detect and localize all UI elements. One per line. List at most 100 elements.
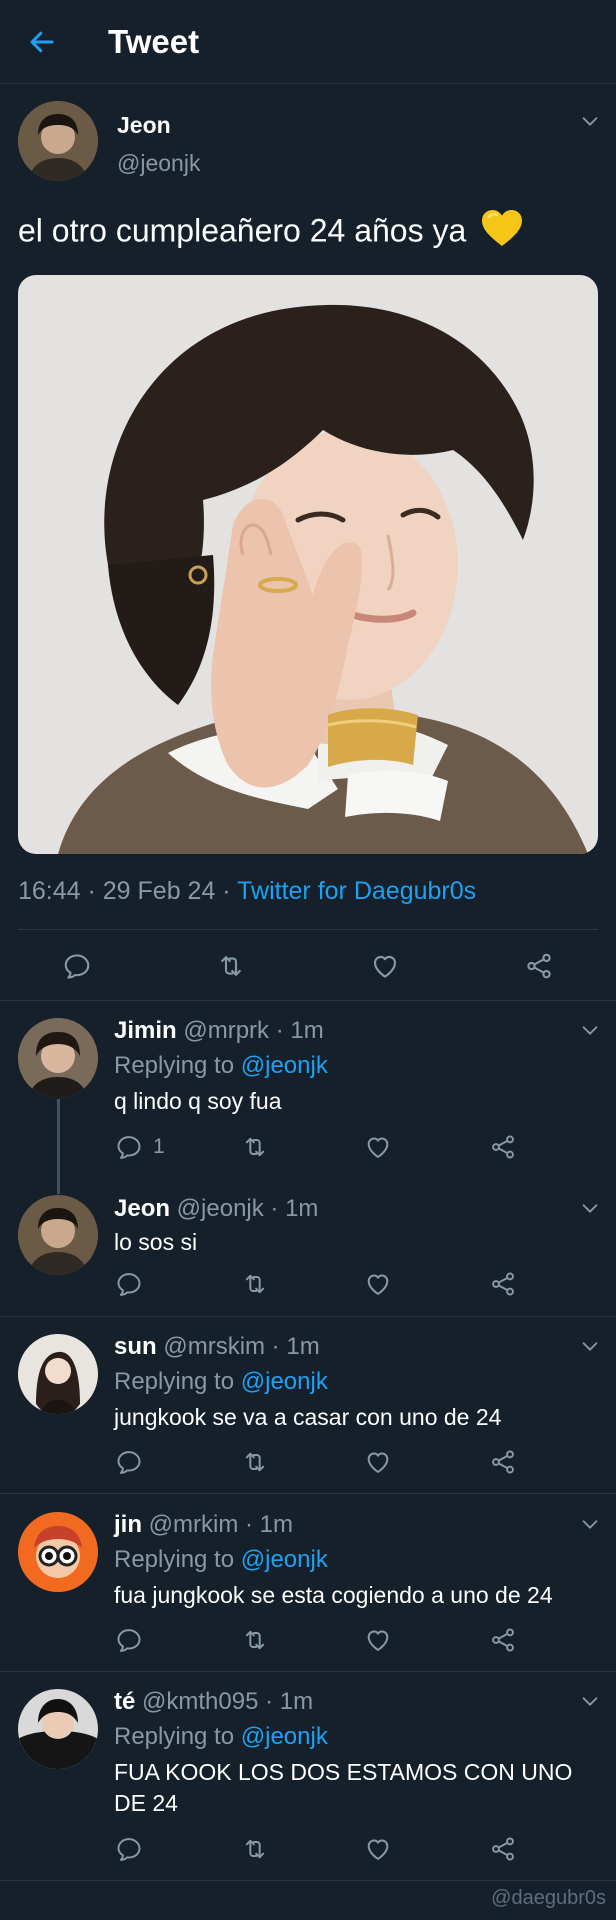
replying-to: Replying to @jeonjk (114, 1368, 328, 1396)
reply-tweet[interactable]: Jimin @mrprk · 1m Replying to @jeonjk q … (0, 1000, 616, 1185)
reply-options-button[interactable] (578, 1689, 602, 1713)
divider (0, 1880, 616, 1881)
like-icon (364, 1133, 392, 1161)
reply-author-name[interactable]: té (114, 1688, 135, 1715)
retweet-icon (240, 1270, 270, 1298)
retweet-button[interactable] (240, 1626, 270, 1654)
reply-icon (62, 951, 92, 981)
reply-button[interactable]: 1 (115, 1133, 165, 1161)
like-button[interactable] (364, 1626, 392, 1654)
replying-to-link[interactable]: @jeonjk (241, 1546, 328, 1573)
avatar[interactable] (18, 101, 98, 181)
share-button[interactable] (489, 1133, 517, 1161)
replying-to-link[interactable]: @jeonjk (241, 1723, 328, 1750)
tweet-text-content: el otro cumpleañero 24 años ya (18, 212, 467, 249)
reply-button[interactable] (62, 951, 92, 981)
reply-actions (0, 1443, 616, 1483)
reply-author-name[interactable]: jin (114, 1511, 142, 1538)
share-button[interactable] (524, 951, 554, 981)
reply-text: fua jungkook se esta cogiendo a uno de 2… (114, 1582, 553, 1608)
reply-icon (115, 1270, 143, 1298)
reply-button[interactable] (115, 1626, 143, 1654)
yellow-heart-icon (480, 208, 524, 258)
tweet-source-link[interactable]: Twitter for Daegubr0s (237, 877, 476, 905)
retweet-button[interactable] (240, 1835, 270, 1863)
retweet-icon (240, 1626, 270, 1654)
reply-options-button[interactable] (578, 1334, 602, 1358)
reply-button[interactable] (115, 1270, 143, 1298)
share-button[interactable] (489, 1835, 517, 1863)
reply-text: q lindo q soy fua (114, 1088, 282, 1114)
reply-author-meta: @kmth095 · 1m (135, 1688, 314, 1715)
avatar[interactable] (18, 1689, 98, 1769)
share-button[interactable] (489, 1626, 517, 1654)
reply-header: jin @mrkim · 1m (114, 1511, 293, 1539)
reply-tweet[interactable]: sun @mrskim · 1m Replying to @jeonjk jun… (0, 1317, 616, 1493)
reply-author-name[interactable]: Jeon (114, 1195, 170, 1222)
reply-button[interactable] (115, 1448, 143, 1476)
chevron-down-icon (579, 1335, 601, 1357)
page-title: Tweet (108, 23, 200, 60)
replying-to-label: Replying to (114, 1546, 241, 1573)
avatar[interactable] (18, 1512, 98, 1592)
share-icon (489, 1835, 517, 1863)
share-icon (489, 1133, 517, 1161)
chevron-down-icon (579, 110, 601, 132)
reply-actions (0, 1830, 616, 1870)
reply-author-name[interactable]: Jimin (114, 1017, 177, 1044)
like-button[interactable] (364, 1835, 392, 1863)
reply-actions (0, 1621, 616, 1661)
avatar[interactable] (18, 1195, 98, 1275)
retweet-icon (240, 1835, 270, 1863)
retweet-button[interactable] (240, 1448, 270, 1476)
replying-to: Replying to @jeonjk (114, 1052, 328, 1080)
reply-options-button[interactable] (578, 1512, 602, 1536)
tweet-photo[interactable] (18, 275, 598, 854)
reply-button[interactable] (115, 1835, 143, 1863)
like-button[interactable] (364, 1133, 392, 1161)
reply-header: Jeon @jeonjk · 1m (114, 1195, 318, 1223)
like-icon (364, 1835, 392, 1863)
reply-tweet[interactable]: Jeon @jeonjk · 1m lo sos si (0, 1185, 616, 1316)
replying-to: Replying to @jeonjk (114, 1546, 328, 1574)
author-name[interactable]: Jeon (117, 112, 171, 139)
back-button[interactable] (22, 22, 62, 62)
tweet-meta: 16:44 · 29 Feb 24 · Twitter for Daegubr0… (18, 877, 476, 906)
tweet-options-button[interactable] (578, 109, 602, 133)
replying-to-link[interactable]: @jeonjk (241, 1052, 328, 1079)
replying-to-label: Replying to (114, 1368, 241, 1395)
reply-header: sun @mrskim · 1m (114, 1333, 320, 1361)
replying-to-label: Replying to (114, 1723, 241, 1750)
watermark: @daegubr0s (491, 1887, 606, 1909)
like-button[interactable] (370, 951, 400, 981)
reply-options-button[interactable] (578, 1018, 602, 1042)
share-button[interactable] (489, 1270, 517, 1298)
avatar[interactable] (18, 1018, 98, 1098)
retweet-button[interactable] (215, 951, 247, 981)
retweet-button[interactable] (240, 1133, 270, 1161)
replying-to-link[interactable]: @jeonjk (241, 1368, 328, 1395)
retweet-icon (240, 1133, 270, 1161)
reply-actions: 1 (0, 1128, 616, 1168)
reply-options-button[interactable] (578, 1196, 602, 1220)
retweet-icon (215, 951, 247, 981)
retweet-button[interactable] (240, 1270, 270, 1298)
like-button[interactable] (364, 1270, 392, 1298)
avatar[interactable] (18, 1334, 98, 1414)
reply-text: FUA KOOK LOS DOS ESTAMOS CON UNO DE 24 (114, 1759, 573, 1816)
like-button[interactable] (364, 1448, 392, 1476)
tweet-timestamp: 16:44 · 29 Feb 24 · (18, 877, 238, 905)
like-icon (364, 1448, 392, 1476)
reply-author-name[interactable]: sun (114, 1333, 157, 1360)
tweet-actions (0, 930, 616, 1000)
retweet-icon (240, 1448, 270, 1476)
author-handle[interactable]: @jeonjk (117, 150, 200, 177)
chevron-down-icon (579, 1513, 601, 1535)
reply-count: 1 (153, 1135, 165, 1158)
chevron-down-icon (579, 1197, 601, 1219)
share-button[interactable] (489, 1448, 517, 1476)
replying-to: Replying to @jeonjk (114, 1723, 328, 1751)
reply-tweet[interactable]: jin @mrkim · 1m Replying to @jeonjk fua … (0, 1494, 616, 1671)
reply-tweet[interactable]: té @kmth095 · 1m Replying to @jeonjk FUA… (0, 1672, 616, 1880)
reply-icon (115, 1835, 143, 1863)
